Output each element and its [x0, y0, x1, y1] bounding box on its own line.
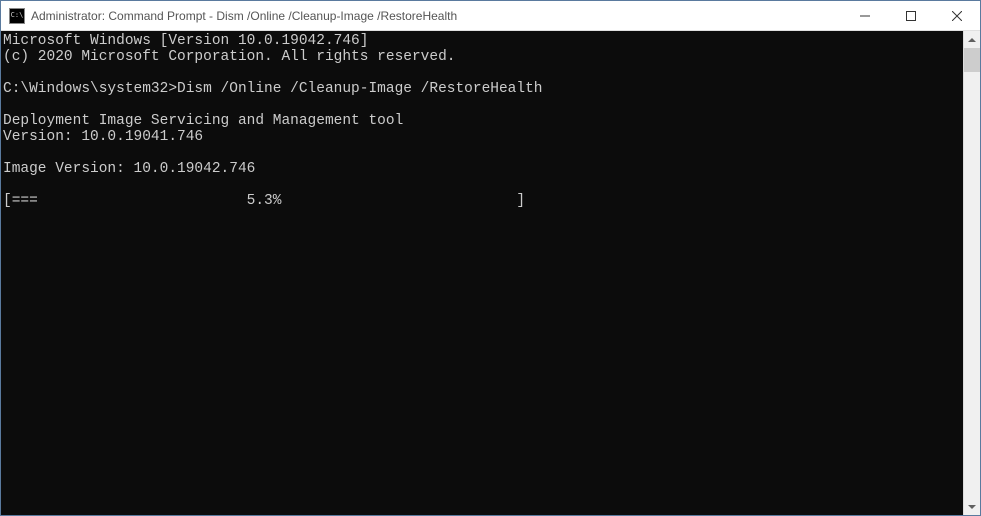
close-button[interactable] — [934, 1, 980, 30]
scroll-down-button[interactable] — [964, 498, 980, 515]
maximize-button[interactable] — [888, 1, 934, 30]
minimize-button[interactable] — [842, 1, 888, 30]
console-line: Version: 10.0.19041.746 — [3, 129, 203, 145]
console-line: Deployment Image Servicing and Managemen… — [3, 113, 403, 129]
scroll-up-button[interactable] — [964, 31, 980, 48]
window-title: Administrator: Command Prompt - Dism /On… — [31, 9, 842, 23]
app-icon: C:\ — [9, 8, 25, 24]
window-controls — [842, 1, 980, 30]
titlebar[interactable]: C:\ Administrator: Command Prompt - Dism… — [1, 1, 980, 31]
console-line: Image Version: 10.0.19042.746 — [3, 161, 255, 177]
console-prompt-line: C:\Windows\system32>Dism /Online /Cleanu… — [3, 81, 543, 97]
console-line: (c) 2020 Microsoft Corporation. All righ… — [3, 49, 455, 65]
console-output[interactable]: Microsoft Windows [Version 10.0.19042.74… — [1, 31, 963, 515]
vertical-scrollbar[interactable] — [963, 31, 980, 515]
progress-bar-line: [=== 5.3% ] — [3, 193, 525, 209]
scrollbar-track[interactable] — [964, 48, 980, 498]
console-line: Microsoft Windows [Version 10.0.19042.74… — [3, 33, 368, 49]
app-icon-label: C:\ — [11, 12, 24, 19]
console-area: Microsoft Windows [Version 10.0.19042.74… — [1, 31, 980, 515]
command-prompt-window: C:\ Administrator: Command Prompt - Dism… — [0, 0, 981, 516]
scrollbar-thumb[interactable] — [964, 48, 980, 72]
